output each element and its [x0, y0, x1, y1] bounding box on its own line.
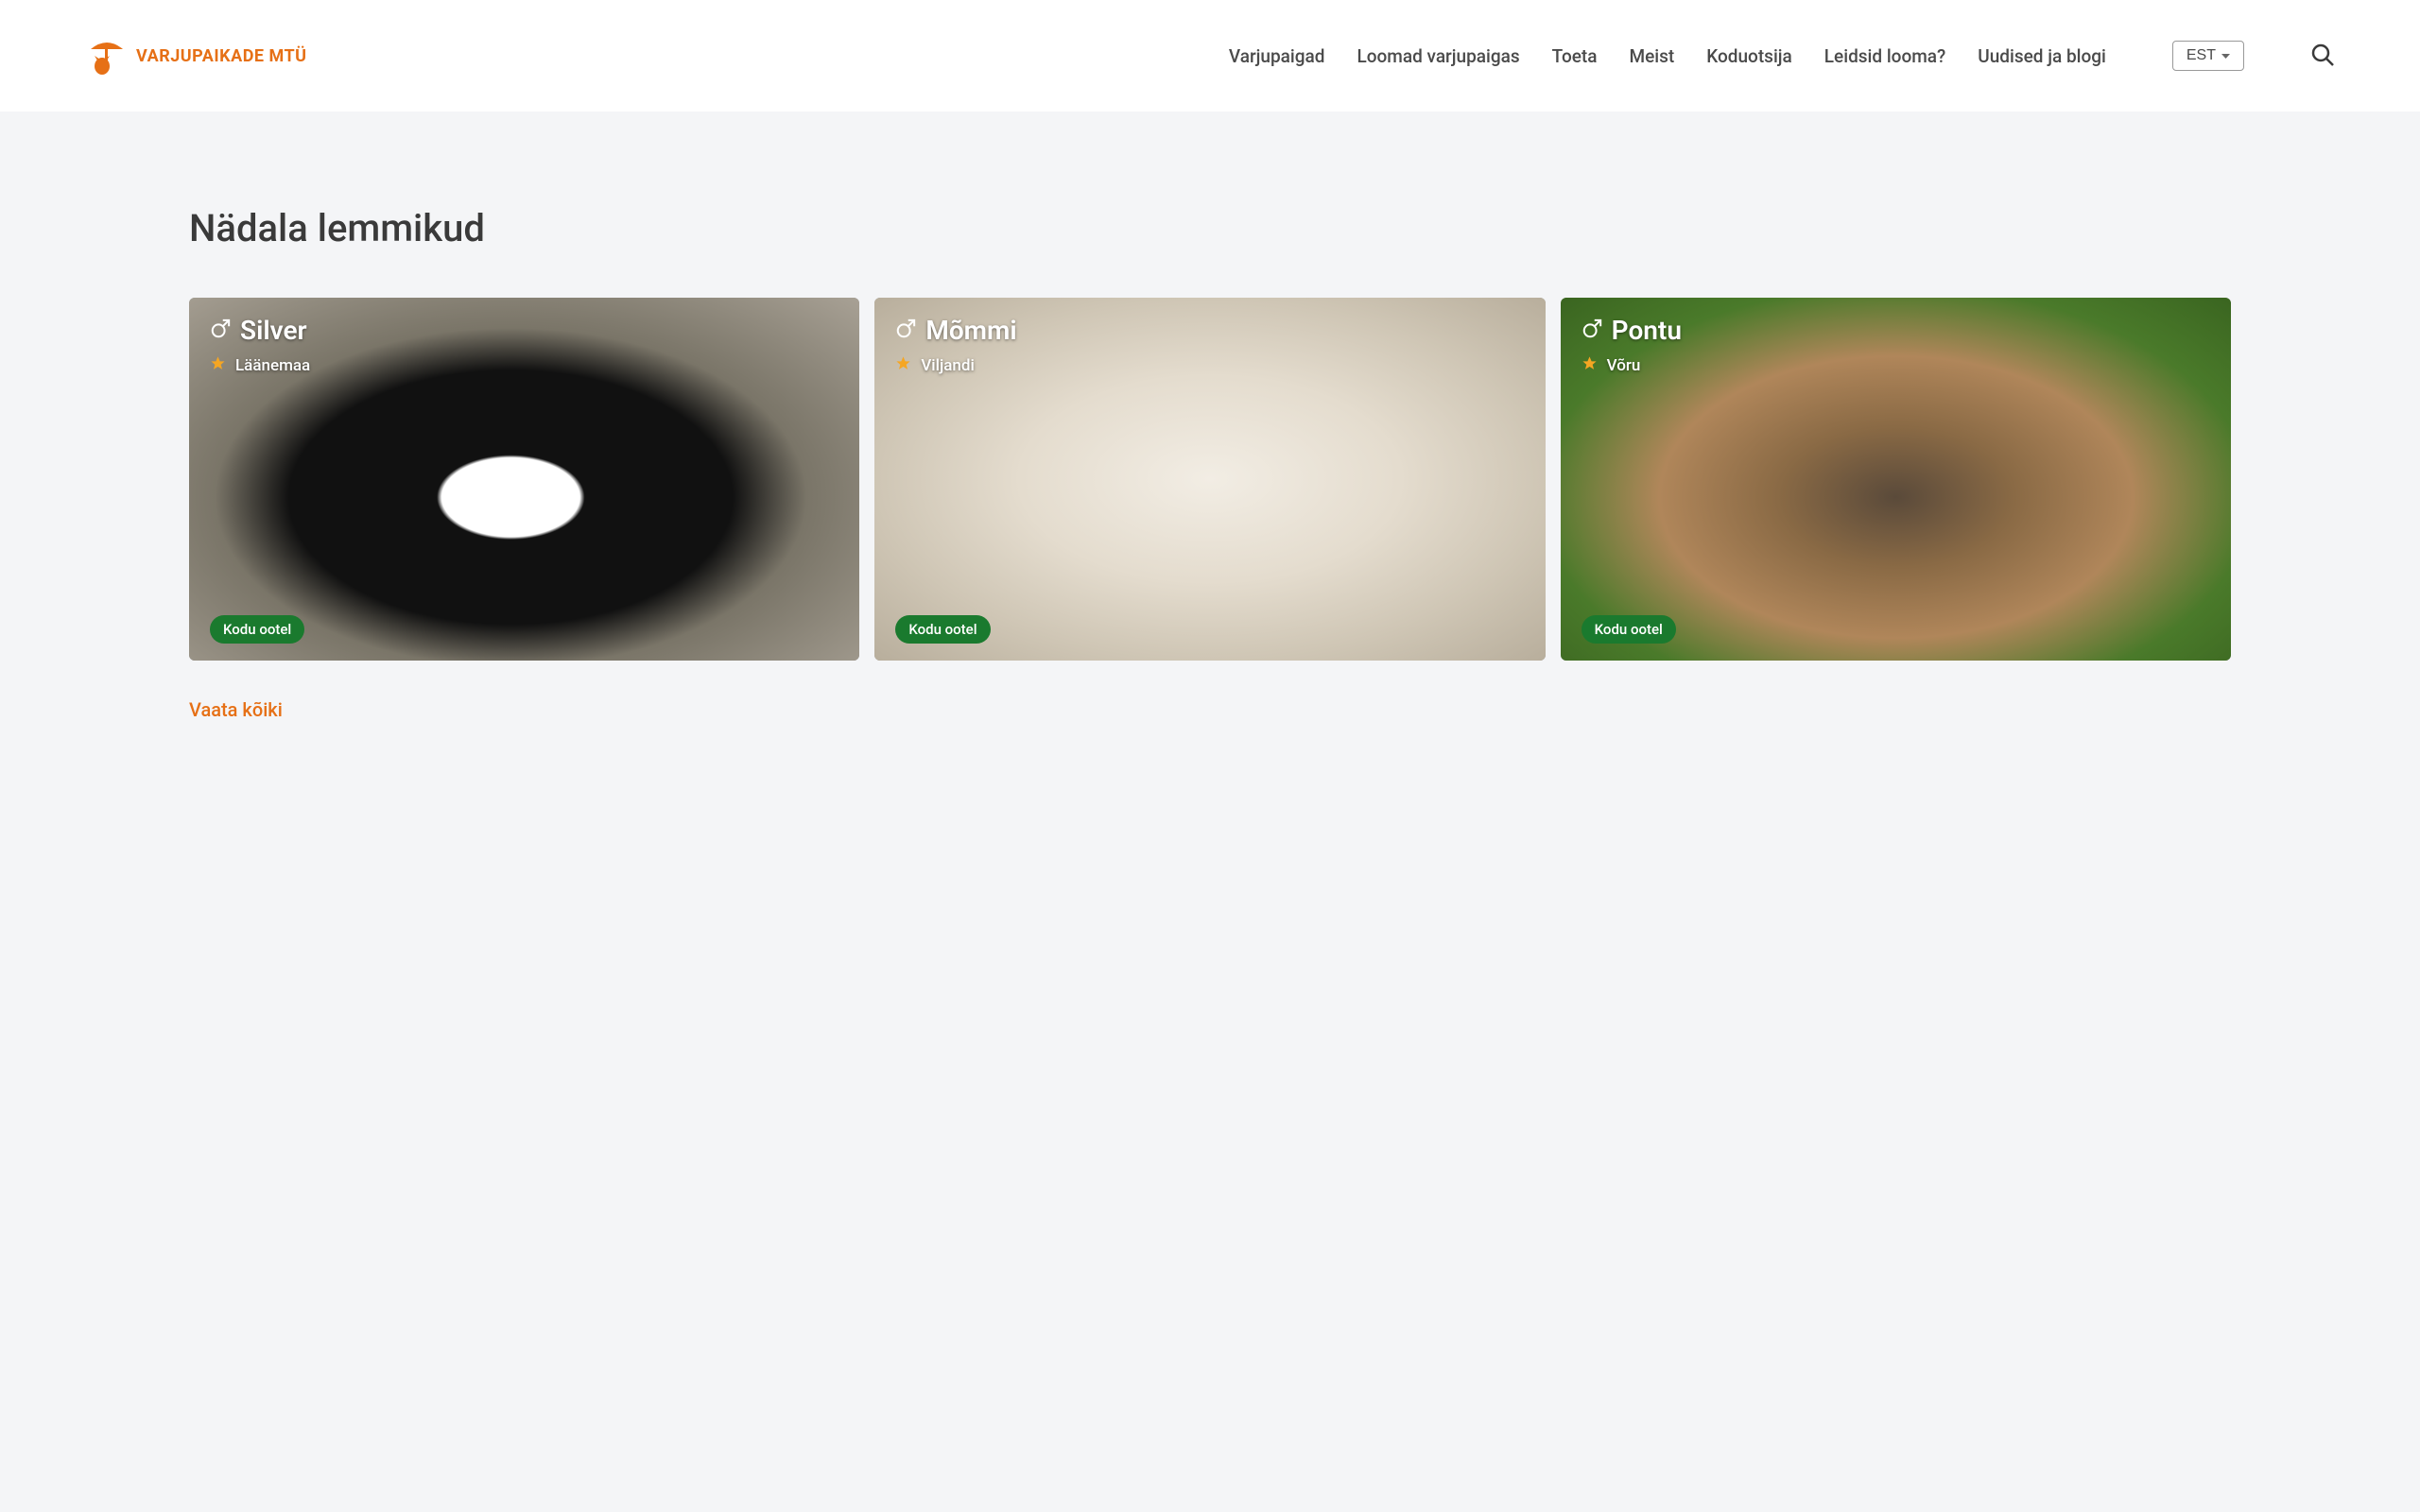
- male-icon: [210, 318, 231, 343]
- language-label: EST: [2187, 47, 2216, 64]
- star-icon: [1582, 355, 1598, 375]
- language-selector[interactable]: EST: [2172, 41, 2244, 71]
- logo-icon: [85, 34, 129, 77]
- view-all-link[interactable]: Vaata kõiki: [189, 698, 283, 721]
- animal-name: Pontu: [1612, 315, 1682, 346]
- animal-location: Viljandi: [921, 356, 974, 375]
- status-badge: Kodu ootel: [1582, 615, 1676, 644]
- card-overlay: Silver Läänemaa: [210, 315, 838, 375]
- site-header: VARJUPAIKADE MTÜ Varjupaigad Loomad varj…: [0, 0, 2420, 112]
- star-icon: [210, 355, 226, 375]
- status-badge: Kodu ootel: [210, 615, 304, 644]
- animal-cards: Silver Läänemaa Kodu ootel Mõmmi: [189, 298, 2231, 661]
- logo-text: VARJUPAIKADE MTÜ: [136, 46, 307, 66]
- star-icon: [895, 355, 911, 375]
- animal-name: Mõmmi: [925, 315, 1016, 346]
- nav-item-animals[interactable]: Loomad varjupaigas: [1357, 45, 1519, 67]
- status-badge: Kodu ootel: [895, 615, 990, 644]
- nav-item-found-animal[interactable]: Leidsid looma?: [1824, 45, 1945, 67]
- animal-location: Läänemaa: [235, 356, 310, 375]
- animal-card[interactable]: Silver Läänemaa Kodu ootel: [189, 298, 859, 661]
- main-nav: Varjupaigad Loomad varjupaigas Toeta Mei…: [1229, 45, 2106, 67]
- nav-item-news[interactable]: Uudised ja blogi: [1978, 45, 2106, 67]
- male-icon: [895, 318, 916, 343]
- search-icon: [2310, 56, 2335, 70]
- nav-item-shelters[interactable]: Varjupaigad: [1229, 45, 1325, 67]
- nav-item-support[interactable]: Toeta: [1552, 45, 1598, 67]
- animal-location: Võru: [1607, 356, 1641, 375]
- chevron-down-icon: [2221, 47, 2230, 64]
- animal-card[interactable]: Mõmmi Viljandi Kodu ootel: [874, 298, 1545, 661]
- card-overlay: Pontu Võru: [1582, 315, 2210, 375]
- logo[interactable]: VARJUPAIKADE MTÜ: [85, 34, 307, 77]
- card-overlay: Mõmmi Viljandi: [895, 315, 1524, 375]
- male-icon: [1582, 318, 1602, 343]
- nav-item-about[interactable]: Meist: [1630, 45, 1675, 67]
- animal-card[interactable]: Pontu Võru Kodu ootel: [1561, 298, 2231, 661]
- main-content: Nädala lemmikud Silver Läänemaa Kodu o: [0, 112, 2420, 834]
- search-button[interactable]: [2310, 43, 2335, 70]
- section-title: Nädala lemmikud: [189, 206, 2231, 250]
- animal-name: Silver: [240, 315, 307, 346]
- nav-item-home-seeker[interactable]: Koduotsija: [1706, 45, 1792, 67]
